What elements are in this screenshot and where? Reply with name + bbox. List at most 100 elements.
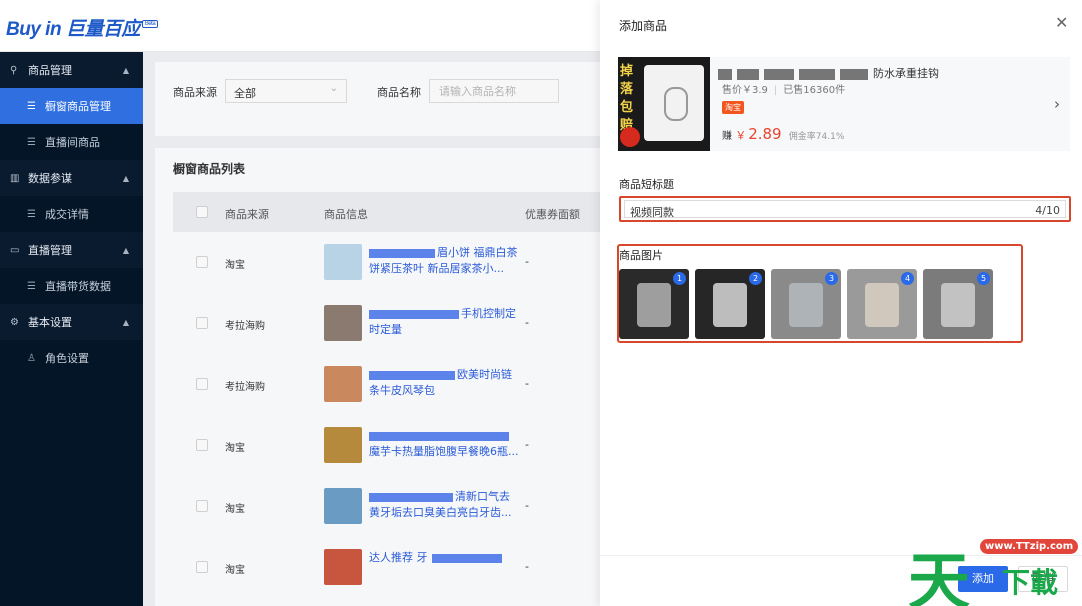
sidebar-item-window-products[interactable]: ☰ 橱窗商品管理 [0, 88, 143, 124]
chevron-up-icon: ▲ [122, 245, 129, 255]
product-info-link[interactable]: 清新口气去黄牙垢去口臭美白亮白牙齿... [369, 489, 519, 523]
logo[interactable]: Buy in 巨量百应 Beta [6, 14, 159, 41]
table-row: 考拉海购 手机控制定时定量 - [173, 293, 600, 354]
list-icon: ☰ [27, 100, 36, 112]
table-row: 淘宝 魔芋卡热量脂饱腹早餐晚6瓶... - [173, 415, 600, 476]
row-checkbox[interactable] [196, 317, 208, 329]
row-checkbox[interactable] [196, 439, 208, 451]
list-icon: ☰ [27, 280, 36, 292]
product-thumbnail [324, 305, 362, 341]
product-image-tile[interactable]: 2 [695, 269, 765, 339]
product-list-panel: 橱窗商品列表 商品来源 商品信息 优惠券面额 淘宝 眉小饼 福鼎白茶饼紧压茶叶 … [155, 148, 600, 606]
sidebar: ⚲ 商品管理 ▲ ☰ 橱窗商品管理 ☰ 直播间商品 ▥ 数据参谋 ▲ ☰ 成交详… [0, 52, 143, 606]
sidebar-group-data[interactable]: ▥ 数据参谋 ▲ [0, 160, 143, 196]
row-source: 淘宝 [225, 504, 245, 515]
product-icon: ⚲ [10, 64, 18, 76]
chevron-down-icon: ⌄ [329, 83, 338, 94]
name-filter-label: 商品名称 [377, 86, 421, 99]
product-image-tile[interactable]: 4 [847, 269, 917, 339]
close-icon[interactable]: ✕ [1055, 13, 1068, 32]
live-icon: ▭ [10, 244, 20, 256]
product-images-section: 商品图片 1 2 3 4 5 [617, 244, 1023, 343]
add-product-drawer: 添加商品 ✕ 掉落包赔 防水承重挂钩 售价￥3.9 | 已售16360件 淘宝 赚 … [600, 0, 1082, 606]
image-index-badge: 4 [901, 272, 914, 285]
images-label: 商品图片 [619, 249, 663, 262]
product-card[interactable]: 掉落包赔 防水承重挂钩 售价￥3.9 | 已售16360件 淘宝 赚 ￥ 2.89 佣… [618, 57, 1070, 151]
row-source: 考拉海购 [225, 321, 265, 332]
chevron-up-icon: ▲ [122, 65, 129, 75]
filter-bar: 商品来源 全部 ⌄ 商品名称 [155, 62, 600, 136]
row-source: 淘宝 [225, 443, 245, 454]
product-name-input[interactable] [429, 79, 559, 103]
short-title-counter: 4/10 [1035, 204, 1060, 217]
list-icon: ☰ [27, 208, 36, 220]
product-thumbnail [324, 549, 362, 585]
chevron-up-icon: ▲ [122, 173, 129, 183]
column-header-source: 商品来源 [225, 208, 269, 221]
product-info-link[interactable]: 魔芋卡热量脂饱腹早餐晚6瓶... [369, 428, 519, 462]
sidebar-item-live-products[interactable]: ☰ 直播间商品 [0, 124, 143, 160]
product-info-link[interactable]: 眉小饼 福鼎白茶饼紧压茶叶 新品居家茶小... [369, 245, 519, 279]
image-index-badge: 3 [825, 272, 838, 285]
chevron-right-icon[interactable]: › [1054, 95, 1060, 113]
row-source: 淘宝 [225, 260, 245, 271]
sidebar-group-settings[interactable]: ⚙ 基本设置 ▲ [0, 304, 143, 340]
sidebar-item-role-settings[interactable]: ♙ 角色设置 [0, 340, 143, 376]
hook-image [644, 65, 704, 141]
table-row: 淘宝 达人推荐 牙 - [173, 537, 600, 598]
chevron-up-icon: ▲ [122, 317, 129, 327]
row-checkbox[interactable] [196, 256, 208, 268]
row-coupon: - [525, 255, 529, 268]
product-thumbnail [324, 244, 362, 280]
table-header: 商品来源 商品信息 优惠券面额 [173, 192, 600, 232]
user-icon: ♙ [27, 352, 36, 364]
list-icon: ☰ [27, 136, 36, 148]
sidebar-item-deal-details[interactable]: ☰ 成交详情 [0, 196, 143, 232]
beta-badge: Beta [141, 20, 159, 28]
drawer-title: 添加商品 [619, 19, 668, 33]
short-title-label: 商品短标题 [619, 178, 674, 191]
platform-tag: 淘宝 [722, 101, 744, 114]
sidebar-group-product[interactable]: ⚲ 商品管理 ▲ [0, 52, 143, 88]
product-image-tile[interactable]: 3 [771, 269, 841, 339]
product-image-tile[interactable]: 1 [619, 269, 689, 339]
add-button[interactable]: 添加 [958, 566, 1008, 592]
image-index-badge: 5 [977, 272, 990, 285]
main-content: 商品来源 全部 ⌄ 商品名称 橱窗商品列表 商品来源 商品信息 优惠券面额 淘宝… [143, 52, 600, 606]
list-title: 橱窗商品列表 [173, 162, 246, 176]
image-index-badge: 1 [673, 272, 686, 285]
select-all-checkbox[interactable] [196, 206, 208, 218]
settings-icon: ⚙ [10, 316, 19, 328]
product-thumbnail [324, 427, 362, 463]
row-source: 考拉海购 [225, 382, 265, 393]
table-row: 考拉海购 欧美时尚链条牛皮风琴包 - [173, 354, 600, 415]
source-select[interactable]: 全部 ⌄ [225, 79, 347, 103]
chart-icon: ▥ [10, 172, 20, 184]
row-coupon: - [525, 377, 529, 390]
product-info-link[interactable]: 达人推荐 牙 [369, 550, 519, 584]
row-coupon: - [525, 316, 529, 329]
guarantee-badge [620, 127, 640, 147]
row-checkbox[interactable] [196, 378, 208, 390]
sidebar-group-live[interactable]: ▭ 直播管理 ▲ [0, 232, 143, 268]
product-thumbnail [324, 366, 362, 402]
row-checkbox[interactable] [196, 500, 208, 512]
column-header-info: 商品信息 [324, 208, 368, 221]
product-info-link[interactable]: 欧美时尚链条牛皮风琴包 [369, 367, 519, 401]
row-coupon: - [525, 438, 529, 451]
sidebar-item-live-sales-data[interactable]: ☰ 直播带货数据 [0, 268, 143, 304]
cancel-button[interactable]: 取消 [1018, 566, 1068, 592]
short-title-value: 视频同款 [630, 206, 674, 219]
table-row: 淘宝 眉小饼 福鼎白茶饼紧压茶叶 新品居家茶小... - [173, 232, 600, 293]
product-title: 防水承重挂钩 [718, 65, 1063, 81]
table-row: 淘宝 清新口气去黄牙垢去口臭美白亮白牙齿... - [173, 476, 600, 537]
product-info-link[interactable]: 手机控制定时定量 [369, 306, 519, 340]
short-title-field[interactable]: 视频同款 4/10 [619, 196, 1071, 222]
footer-divider [600, 555, 1082, 556]
row-source: 淘宝 [225, 565, 245, 576]
commission-info: 赚 ￥ 2.89 佣金率74.1% [722, 125, 845, 143]
product-thumbnail [324, 488, 362, 524]
product-image-tile[interactable]: 5 [923, 269, 993, 339]
product-image-label: 掉落包赔 [620, 64, 634, 133]
row-checkbox[interactable] [196, 561, 208, 573]
